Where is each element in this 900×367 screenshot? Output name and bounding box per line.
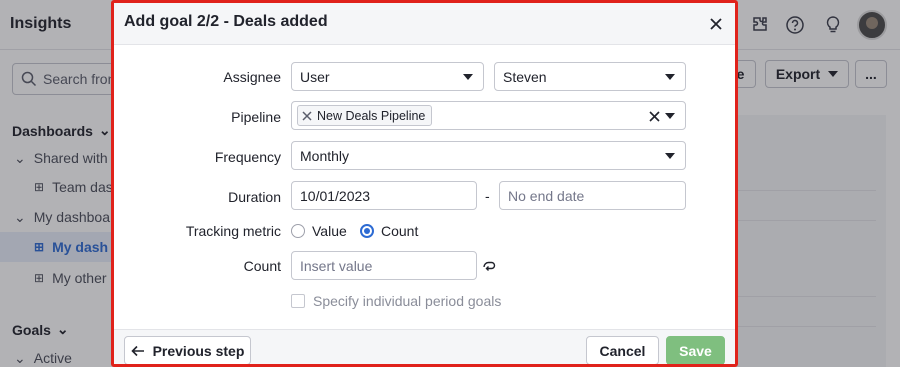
period-goals-checkbox[interactable]	[291, 294, 305, 308]
count-input[interactable]: Insert value	[291, 251, 477, 280]
arrow-left-icon	[130, 345, 144, 356]
modal-title: Add goal 2/2 - Deals added	[124, 13, 328, 30]
previous-step-label: Previous step	[152, 342, 245, 359]
duration-label: Duration	[228, 189, 281, 205]
frequency-value: Monthly	[300, 147, 350, 164]
duration-separator: -	[485, 188, 490, 204]
remove-chip-icon[interactable]	[302, 110, 312, 121]
modal-footer: Previous step Cancel Save	[114, 329, 735, 364]
count-placeholder: Insert value	[300, 257, 373, 274]
duration-end-placeholder: No end date	[508, 187, 585, 204]
duration-end-input[interactable]: No end date	[499, 181, 686, 210]
frequency-label: Frequency	[214, 149, 281, 165]
pipeline-chip[interactable]: New Deals Pipeline	[297, 105, 433, 126]
period-goals-option[interactable]: Specify individual period goals	[291, 293, 501, 309]
count-label: Count	[243, 258, 281, 274]
pipeline-select[interactable]: New Deals Pipeline	[291, 101, 686, 130]
duration-start-value: 10/01/2023	[300, 187, 371, 204]
radio-count-label: Count	[381, 223, 419, 239]
assignee-user-select[interactable]: Steven	[494, 62, 686, 91]
assignee-user-value: Steven	[503, 68, 547, 85]
frequency-select[interactable]: Monthly	[291, 141, 686, 170]
modal-header: Add goal 2/2 - Deals added	[114, 3, 735, 45]
caret-down-icon	[665, 113, 675, 119]
cancel-label: Cancel	[599, 342, 646, 359]
period-goals-label: Specify individual period goals	[313, 293, 502, 309]
assignee-label: Assignee	[223, 69, 281, 85]
tracking-metric-value-option[interactable]: Value	[291, 223, 347, 239]
cancel-button[interactable]: Cancel	[586, 336, 659, 364]
save-label: Save	[679, 342, 712, 359]
caret-down-icon	[665, 74, 675, 80]
close-icon[interactable]	[706, 14, 726, 34]
add-goal-modal: Add goal 2/2 - Deals added Assignee User…	[111, 0, 738, 367]
duration-start-input[interactable]: 10/01/2023	[291, 181, 477, 210]
clear-icon[interactable]	[647, 109, 661, 123]
pipeline-label: Pipeline	[231, 109, 281, 125]
caret-down-icon	[463, 74, 473, 80]
repeat-icon[interactable]	[481, 258, 497, 274]
assignee-type-value: User	[300, 68, 330, 85]
pipeline-chip-label: New Deals Pipeline	[317, 108, 426, 123]
caret-down-icon	[665, 153, 675, 159]
previous-step-button[interactable]: Previous step	[124, 336, 251, 364]
save-button[interactable]: Save	[666, 336, 725, 364]
tracking-metric-label: Tracking metric	[185, 223, 281, 239]
assignee-type-select[interactable]: User	[291, 62, 484, 91]
radio-value-label: Value	[312, 223, 347, 239]
radio-count[interactable]	[360, 224, 374, 238]
tracking-metric-count-option[interactable]: Count	[360, 223, 418, 239]
radio-value[interactable]	[291, 224, 305, 238]
